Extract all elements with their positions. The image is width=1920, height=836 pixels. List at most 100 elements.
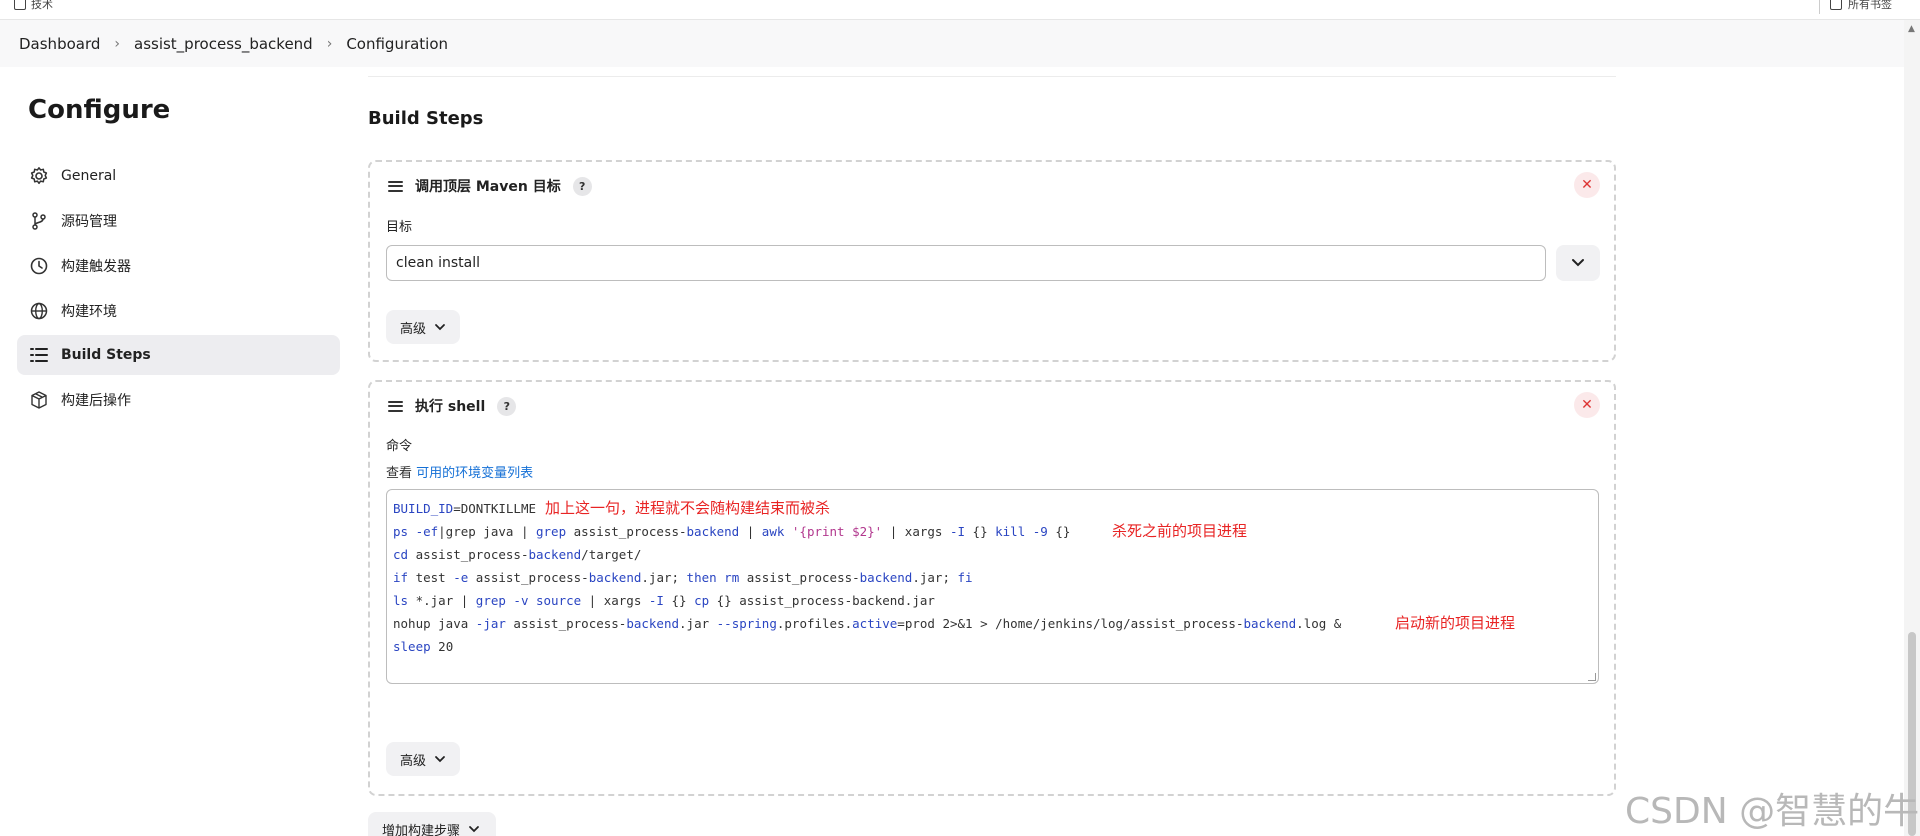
env-vars-link[interactable]: 可用的环境变量列表 <box>416 466 533 481</box>
breadcrumb: Dashboard › assist_process_backend › Con… <box>0 20 1904 67</box>
code-line: BUILD_ID=DONTKILLME 加上这一句，进程就不会随构建结束而被杀 <box>393 497 1592 520</box>
section-title: Build Steps <box>368 108 484 129</box>
code-token: *.jar | <box>408 593 476 608</box>
code-token: --spring <box>716 616 777 631</box>
list-icon <box>29 345 49 365</box>
build-step-maven: 调用顶层 Maven 目标 ? ✕ 目标 clean install 高级 <box>368 160 1616 362</box>
bookmark-label: 技术 <box>31 0 53 11</box>
code-line: if test -e assist_process-backend.jar; t… <box>393 566 1592 589</box>
code-token: if <box>393 570 409 585</box>
drag-handle-icon[interactable] <box>388 400 403 412</box>
code-token: .jar; <box>912 570 958 585</box>
step-header: 执行 shell ? <box>388 396 517 416</box>
code-token: BUILD_ID <box>393 501 454 516</box>
clock-icon <box>29 256 49 276</box>
resize-handle-icon[interactable] <box>1588 673 1596 681</box>
code-line: ps -ef|grep java | grep assist_process-b… <box>393 520 1592 543</box>
sidebar-item-label: 构建后操作 <box>61 393 131 409</box>
sidebar-item-label: 构建触发器 <box>61 259 131 275</box>
code-token: assist_process- <box>739 570 860 585</box>
code-token: -jar <box>475 616 506 631</box>
step-header: 调用顶层 Maven 目标 ? <box>388 176 592 196</box>
code-token: | <box>739 524 762 539</box>
code-line: sleep 20 <box>393 635 1592 658</box>
env-prefix: 查看 <box>386 466 413 481</box>
step-title: 执行 shell <box>415 399 486 415</box>
code-token: ps <box>393 524 416 539</box>
delete-step-button[interactable]: ✕ <box>1574 392 1600 418</box>
code-token: | xargs <box>581 593 649 608</box>
code-token: .log & <box>1296 616 1342 631</box>
code-line: ls *.jar | grep -v source | xargs -I {} … <box>393 589 1592 612</box>
delete-step-button[interactable]: ✕ <box>1574 172 1600 198</box>
help-icon[interactable]: ? <box>572 176 592 196</box>
page-scrollbar[interactable]: ▲ <box>1904 20 1920 836</box>
code-token: assist_process- <box>408 547 529 562</box>
divider <box>368 76 1616 77</box>
breadcrumb-dashboard[interactable]: Dashboard <box>19 35 100 53</box>
code-token: assist_process- <box>505 616 627 631</box>
sidebar-item-environment[interactable]: 构建环境 <box>17 291 340 331</box>
code-token: 20 <box>430 639 454 654</box>
code-token: nohup java <box>393 616 476 631</box>
breadcrumb-configuration: Configuration <box>346 34 449 53</box>
chevron-right-icon: › <box>326 35 333 52</box>
code-token: assist_process- <box>566 524 687 539</box>
chevron-down-icon <box>469 826 479 833</box>
code-token: -e <box>453 570 469 585</box>
add-step-label: 增加构建步骤 <box>382 823 461 836</box>
code-token: active <box>852 616 898 631</box>
code-token: grep <box>536 524 567 539</box>
chevron-right-icon: › <box>114 35 120 52</box>
sidebar-item-build-steps[interactable]: Build Steps <box>17 335 340 375</box>
sidebar-item-triggers[interactable]: 构建触发器 <box>17 246 340 286</box>
code-token: ls <box>393 593 409 608</box>
code-token: test <box>408 570 454 585</box>
code-token: backend <box>686 524 740 539</box>
chevron-down-icon <box>435 324 445 331</box>
command-label: 命令 <box>386 439 413 454</box>
expand-dropdown-button[interactable] <box>1556 245 1600 281</box>
code-token: cp <box>694 593 710 608</box>
sidebar-item-label: Build Steps <box>61 347 151 363</box>
code-token: -I <box>648 593 664 608</box>
code-token: assist_process- <box>468 570 589 585</box>
code-token: then rm <box>686 570 740 585</box>
sidebar-item-post-build[interactable]: 构建后操作 <box>17 380 340 420</box>
code-token: {} assist_process-backend.jar <box>709 593 935 608</box>
page-title: Configure <box>28 95 171 125</box>
code-token: backend <box>528 547 582 562</box>
code-token: =prod 2>&1 > /home/jenkins/log/assist_pr… <box>897 616 1244 631</box>
chevron-down-icon <box>435 756 445 763</box>
code-token: .jar <box>679 616 717 631</box>
code-token: =DONTKILLME <box>453 501 537 516</box>
globe-icon <box>29 301 49 321</box>
advanced-button[interactable]: 高级 <box>386 742 461 776</box>
drag-handle-icon[interactable] <box>388 180 403 192</box>
bookmark-folder[interactable]: 技术 <box>14 0 53 12</box>
build-step-shell: 执行 shell ? ✕ 命令 查看 可用的环境变量列表 BUILD_ID=DO… <box>368 380 1616 796</box>
scroll-up-icon[interactable]: ▲ <box>1908 24 1915 34</box>
all-bookmarks[interactable]: 所有书签 <box>1830 0 1892 12</box>
annotation-text: 加上这一句，进程就不会随构建结束而被杀 <box>545 499 831 517</box>
bookmarks-bar: 技术 所有书签 <box>0 0 1920 20</box>
code-token: {} <box>1047 524 1071 539</box>
code-token: awk <box>761 524 785 539</box>
folder-icon <box>14 0 26 10</box>
sidebar-item-scm[interactable]: 源码管理 <box>17 201 340 241</box>
code-token: backend <box>626 616 680 631</box>
divider <box>1819 0 1820 14</box>
goal-input[interactable]: clean install <box>386 245 1546 281</box>
command-textarea[interactable]: BUILD_ID=DONTKILLME 加上这一句，进程就不会随构建结束而被杀 p… <box>386 489 1599 684</box>
watermark: CSDN @智慧的牛 <box>1625 791 1920 832</box>
help-icon[interactable]: ? <box>497 396 517 416</box>
sidebar-item-general[interactable]: General <box>17 156 340 196</box>
advanced-button[interactable]: 高级 <box>386 310 461 344</box>
code-token: {} <box>663 593 695 608</box>
add-build-step-button[interactable]: 增加构建步骤 <box>368 812 496 836</box>
code-token: cd <box>393 547 409 562</box>
code-token: |grep java | <box>438 524 536 539</box>
code-token: fi <box>957 570 973 585</box>
branch-icon <box>29 211 49 231</box>
breadcrumb-project[interactable]: assist_process_backend <box>134 35 313 53</box>
